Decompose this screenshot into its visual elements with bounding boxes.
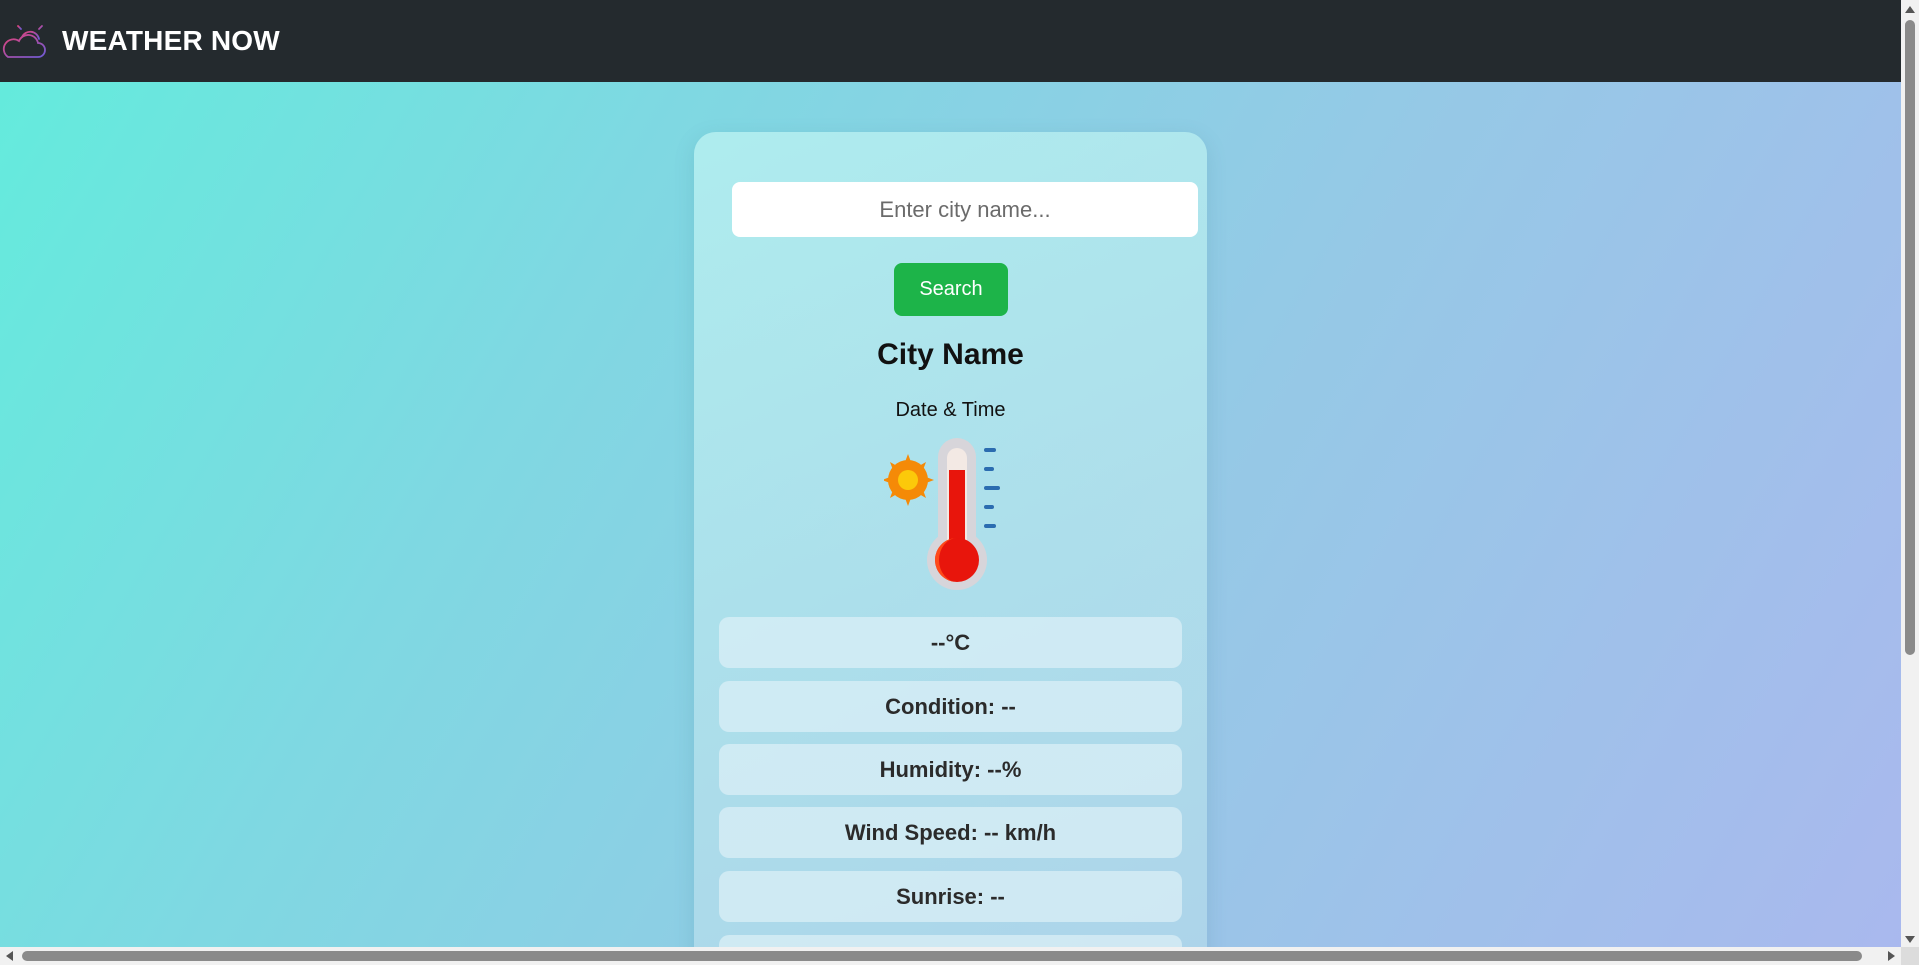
scroll-down-arrow-icon[interactable]: [1905, 936, 1915, 943]
thermometer-icon: [927, 438, 987, 590]
horizontal-scrollbar[interactable]: [0, 947, 1901, 965]
sun-icon: [884, 454, 934, 506]
date-time: Date & Time: [895, 399, 1006, 421]
scroll-up-arrow-icon[interactable]: [1905, 6, 1915, 13]
vertical-scroll-thumb[interactable]: [1905, 20, 1915, 655]
vertical-scrollbar[interactable]: [1901, 0, 1919, 947]
city-name: City Name: [877, 338, 1024, 371]
scrollbar-corner: [1901, 947, 1919, 965]
weather-card: Search City Name Date & Time: [694, 132, 1207, 965]
condition-box: Condition: --: [719, 681, 1182, 732]
humidity-box: Humidity: --%: [719, 744, 1182, 795]
sunrise-box: Sunrise: --: [719, 871, 1182, 922]
city-search-input[interactable]: [732, 182, 1198, 237]
scroll-left-arrow-icon[interactable]: [6, 951, 13, 961]
scroll-right-arrow-icon[interactable]: [1888, 951, 1895, 961]
temperature-box: --°C: [719, 617, 1182, 668]
search-button[interactable]: Search: [894, 263, 1008, 316]
page: WEATHER NOW Search City Name Date & Time: [0, 0, 1919, 965]
brand-title: WEATHER NOW: [62, 25, 280, 56]
scale-ticks: [984, 448, 1000, 528]
cloud-sun-icon: [2, 20, 47, 58]
horizontal-scroll-thumb[interactable]: [22, 951, 1862, 961]
navbar: WEATHER NOW: [0, 0, 1901, 82]
wind-speed-box: Wind Speed: -- km/h: [719, 807, 1182, 858]
thermometer-sun-icon: [884, 438, 1000, 590]
